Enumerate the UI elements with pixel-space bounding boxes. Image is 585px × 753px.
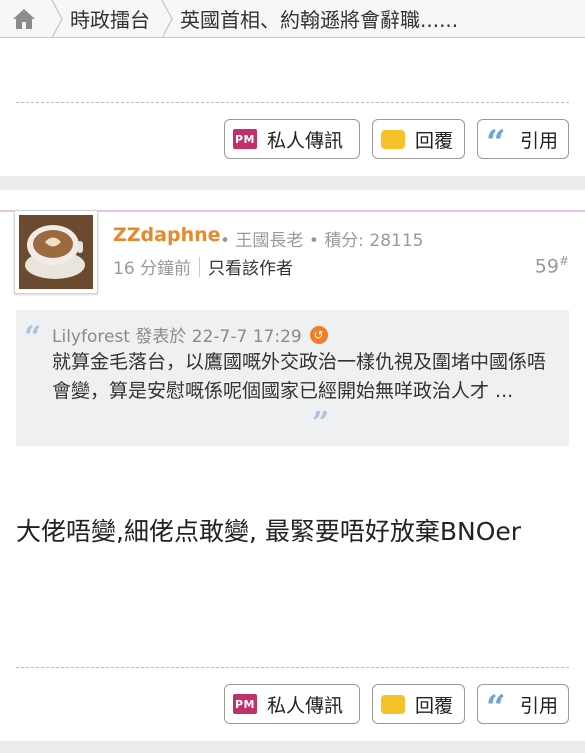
pm-button[interactable]: PM 私人傳訊 (224, 119, 360, 159)
close-quote-icon: ” (312, 406, 330, 441)
breadcrumb-separator-icon (161, 0, 173, 37)
quote-author-line: Lilyforest 發表於 22-7-7 17:29 (52, 327, 302, 347)
author-name[interactable]: ZZdaphne (113, 224, 221, 246)
pm-button-label: 私人傳訊 (267, 694, 344, 717)
post-body: 大佬唔變,細佬点敢變, 最緊要唔好放棄BNOer (16, 517, 522, 546)
breadcrumb: 時政擂台 英國首相、約翰遜將會辭職...... (0, 0, 585, 38)
quote-header: Lilyforest 發表於 22-7-7 17:29 ↺ (52, 322, 328, 347)
reply-button-label: 回覆 (415, 694, 454, 717)
quote-block: “ Lilyforest 發表於 22-7-7 17:29 ↺ 就算金毛落台，以… (16, 310, 569, 446)
quote-icon: “ (486, 694, 506, 714)
quote-button[interactable]: “ 引用 (477, 119, 569, 159)
floor-value: 59 (534, 255, 559, 278)
post-meta: 16 分鐘前 只看該作者 (113, 254, 293, 279)
pm-icon: PM (233, 694, 257, 714)
quote-icon: “ (486, 129, 506, 149)
author-rank: • 王國長老 • 積分: 28115 (220, 231, 424, 251)
post-gap (0, 741, 585, 753)
quote-text: 就算金毛落台，以鷹國嘅外交政治一樣仇視及圍堵中國係唔會變，算是安慰嘅係呢個國家已… (52, 351, 547, 402)
floor-number[interactable]: 59# (535, 254, 569, 277)
quote-button[interactable]: “ 引用 (477, 684, 569, 724)
avatar[interactable] (14, 210, 98, 294)
quote-button-label: 引用 (520, 129, 559, 152)
meta-separator (199, 256, 201, 277)
breadcrumb-separator-icon (51, 0, 63, 37)
pm-button-label: 私人傳訊 (267, 129, 344, 152)
breadcrumb-forum[interactable]: 時政擂台 (66, 4, 158, 33)
pm-icon: PM (233, 129, 257, 149)
reply-button[interactable]: 回覆 (372, 119, 465, 159)
open-quote-icon: “ (24, 320, 42, 355)
reply-button[interactable]: 回覆 (372, 684, 465, 724)
floor-mark: # (558, 254, 569, 268)
avatar-image (19, 215, 93, 289)
divider (16, 667, 569, 668)
only-author-link[interactable]: 只看該作者 (208, 254, 293, 279)
pm-button[interactable]: PM 私人傳訊 (224, 684, 360, 724)
reply-bubble-icon (381, 129, 405, 149)
reply-bubble-icon (381, 694, 405, 714)
goto-post-icon[interactable]: ↺ (309, 325, 328, 344)
home-icon[interactable] (0, 0, 48, 37)
divider (16, 102, 569, 103)
quote-button-label: 引用 (520, 694, 559, 717)
reply-button-label: 回覆 (415, 129, 454, 152)
breadcrumb-thread[interactable]: 英國首相、約翰遜將會辭職...... (176, 4, 466, 33)
post-gap (0, 176, 585, 190)
post-time: 16 分鐘前 (113, 259, 192, 279)
